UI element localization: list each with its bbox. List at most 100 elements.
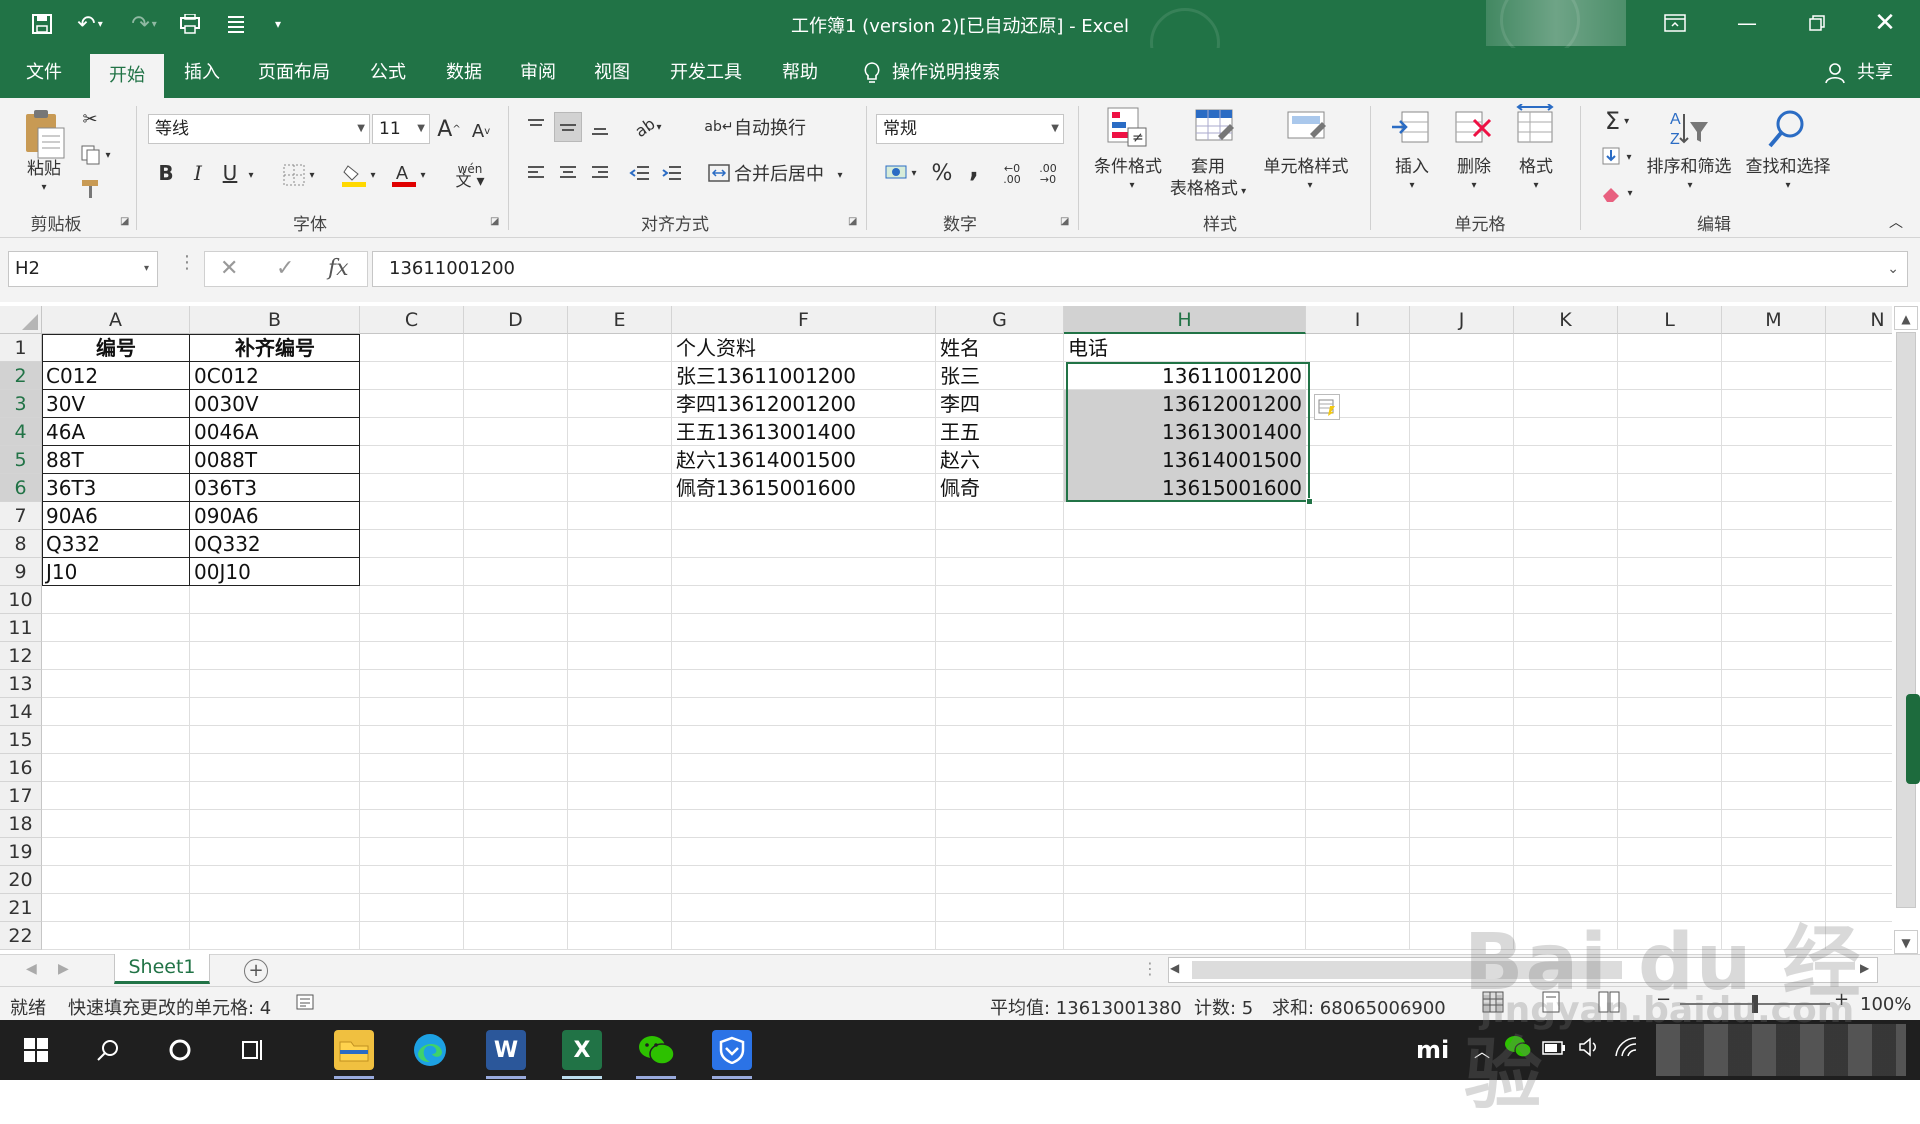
search-icon[interactable] <box>88 1030 128 1070</box>
row-header-22[interactable]: 22 <box>0 922 42 950</box>
font-size-select[interactable]: 11 ▼ <box>372 114 430 144</box>
splitter-handle[interactable]: ⋮ <box>1142 959 1158 978</box>
decrease-font-size-button[interactable]: Av <box>468 116 494 146</box>
bold-button[interactable]: B <box>152 158 180 188</box>
conditional-formatting-dropdown-icon[interactable]: ▾ <box>1122 180 1142 191</box>
cell-g2[interactable]: 张三 <box>936 362 1064 390</box>
zoom-out-icon[interactable]: − <box>1656 989 1671 1010</box>
cell-a6[interactable]: 36T3 <box>42 474 190 502</box>
share-button[interactable]: 共享 <box>1850 48 1900 98</box>
cell-a8[interactable]: Q332 <box>42 530 190 558</box>
find-select-button[interactable]: 查找和选择 <box>1740 156 1836 178</box>
cell-g6[interactable]: 佩奇 <box>936 474 1064 502</box>
cell-b5[interactable]: 0088T <box>190 446 360 474</box>
row-header-20[interactable]: 20 <box>0 866 42 894</box>
tab-help[interactable]: 帮助 <box>764 48 836 98</box>
tab-page-layout[interactable]: 页面布局 <box>248 48 340 98</box>
row-header-2[interactable]: 2 <box>0 362 42 390</box>
tab-insert[interactable]: 插入 <box>166 48 238 98</box>
cell-h6[interactable]: 13615001600 <box>1064 474 1306 502</box>
cell-h1[interactable]: 电话 <box>1064 334 1306 362</box>
column-header-g[interactable]: G <box>936 306 1064 334</box>
comma-style-button[interactable]: , <box>960 154 988 184</box>
collapse-ribbon-icon[interactable]: ︿ <box>1886 214 1906 231</box>
row-header-16[interactable]: 16 <box>0 754 42 782</box>
paste-icon[interactable] <box>22 108 66 160</box>
font-dialog-launcher-icon[interactable]: ◪ <box>490 216 499 227</box>
status-average[interactable]: 平均值: 13613001380 <box>990 994 1182 1020</box>
format-as-table-button[interactable]: 表格格式 ▾ <box>1166 178 1250 203</box>
customize-quick-access-icon[interactable]: ▾ <box>268 10 288 38</box>
cell-f4[interactable]: 王五13613001400 <box>672 418 936 446</box>
number-format-select[interactable]: 常规 ▼ <box>876 114 1064 144</box>
format-as-table-label-1[interactable]: 套用 <box>1166 156 1250 178</box>
column-header-i[interactable]: I <box>1306 306 1410 334</box>
fill-icon[interactable]: ▾ <box>1594 142 1640 172</box>
autosum-button[interactable]: Σ ▾ <box>1594 106 1640 136</box>
restore-icon[interactable] <box>1794 6 1840 40</box>
security-shield-icon[interactable] <box>712 1030 752 1070</box>
borders-icon[interactable]: ▾ <box>276 160 322 190</box>
minimize-icon[interactable]: — <box>1724 6 1770 40</box>
row-header-9[interactable]: 9 <box>0 558 42 586</box>
number-dialog-launcher-icon[interactable]: ◪ <box>1060 216 1069 227</box>
tab-developer[interactable]: 开发工具 <box>656 48 756 98</box>
zoom-in-icon[interactable]: + <box>1834 989 1849 1010</box>
cell-h3[interactable]: 13612001200 <box>1064 390 1306 418</box>
normal-view-icon[interactable] <box>1482 991 1504 1018</box>
page-layout-view-icon[interactable] <box>1540 991 1562 1018</box>
column-header-e[interactable]: E <box>568 306 672 334</box>
merge-center-icon[interactable] <box>706 158 732 188</box>
delete-cells-button[interactable]: 删除 <box>1446 156 1502 178</box>
zoom-slider-thumb[interactable] <box>1752 995 1758 1013</box>
row-header-17[interactable]: 17 <box>0 782 42 810</box>
fill-handle[interactable] <box>1306 498 1313 505</box>
column-header-m[interactable]: M <box>1722 306 1826 334</box>
row-header-12[interactable]: 12 <box>0 642 42 670</box>
accessibility-icon[interactable] <box>296 993 316 1016</box>
row-header-3[interactable]: 3 <box>0 390 42 418</box>
format-as-table-icon[interactable] <box>1194 106 1236 148</box>
windows-start-icon[interactable] <box>16 1030 56 1070</box>
wifi-icon[interactable] <box>1614 1036 1638 1063</box>
cell-g4[interactable]: 王五 <box>936 418 1064 446</box>
delete-cells-dropdown-icon[interactable]: ▾ <box>1464 180 1484 191</box>
wechat-icon[interactable] <box>636 1030 676 1070</box>
tab-file[interactable]: 文件 <box>8 48 80 98</box>
insert-cells-dropdown-icon[interactable]: ▾ <box>1402 180 1422 191</box>
column-header-c[interactable]: C <box>360 306 464 334</box>
sheet-tab-sheet1[interactable]: Sheet1 <box>114 954 210 984</box>
tab-review[interactable]: 审阅 <box>502 48 574 98</box>
column-header-f[interactable]: F <box>672 306 936 334</box>
edge-icon[interactable] <box>410 1030 450 1070</box>
column-header-n[interactable]: N <box>1826 306 1892 334</box>
fill-color-icon[interactable]: ▾ <box>336 160 382 190</box>
tab-data[interactable]: 数据 <box>428 48 500 98</box>
cell-h5[interactable]: 13614001500 <box>1064 446 1306 474</box>
row-header-10[interactable]: 10 <box>0 586 42 614</box>
align-left-icon[interactable] <box>522 158 550 188</box>
accounting-format-icon[interactable]: ▾ <box>878 158 924 188</box>
column-header-h[interactable]: H <box>1064 306 1306 334</box>
column-header-l[interactable]: L <box>1618 306 1722 334</box>
scroll-up-icon[interactable]: ▲ <box>1894 306 1918 330</box>
zoom-level[interactable]: 100% <box>1860 994 1911 1015</box>
row-header-8[interactable]: 8 <box>0 530 42 558</box>
formula-input[interactable]: 13611001200 ⌄ <box>372 251 1908 287</box>
row-header-6[interactable]: 6 <box>0 474 42 502</box>
scroll-down-icon[interactable]: ▼ <box>1894 930 1918 954</box>
row-header-4[interactable]: 4 <box>0 418 42 446</box>
page-break-preview-icon[interactable] <box>1598 991 1620 1018</box>
row-header-14[interactable]: 14 <box>0 698 42 726</box>
sort-filter-icon[interactable]: AZ <box>1668 108 1710 150</box>
status-count[interactable]: 计数: 5 <box>1194 994 1253 1020</box>
task-view-icon[interactable] <box>232 1030 272 1070</box>
tab-formulas[interactable]: 公式 <box>352 48 424 98</box>
wrap-text-icon[interactable]: ab↵ <box>704 112 733 142</box>
save-icon[interactable] <box>28 10 56 38</box>
sort-filter-dropdown-icon[interactable]: ▾ <box>1680 180 1700 191</box>
alignment-dialog-launcher-icon[interactable]: ◪ <box>848 216 857 227</box>
percent-button[interactable]: % <box>928 158 956 188</box>
cell-h2[interactable]: 13611001200 <box>1064 362 1306 390</box>
copy-icon[interactable]: ▾ <box>76 142 116 168</box>
